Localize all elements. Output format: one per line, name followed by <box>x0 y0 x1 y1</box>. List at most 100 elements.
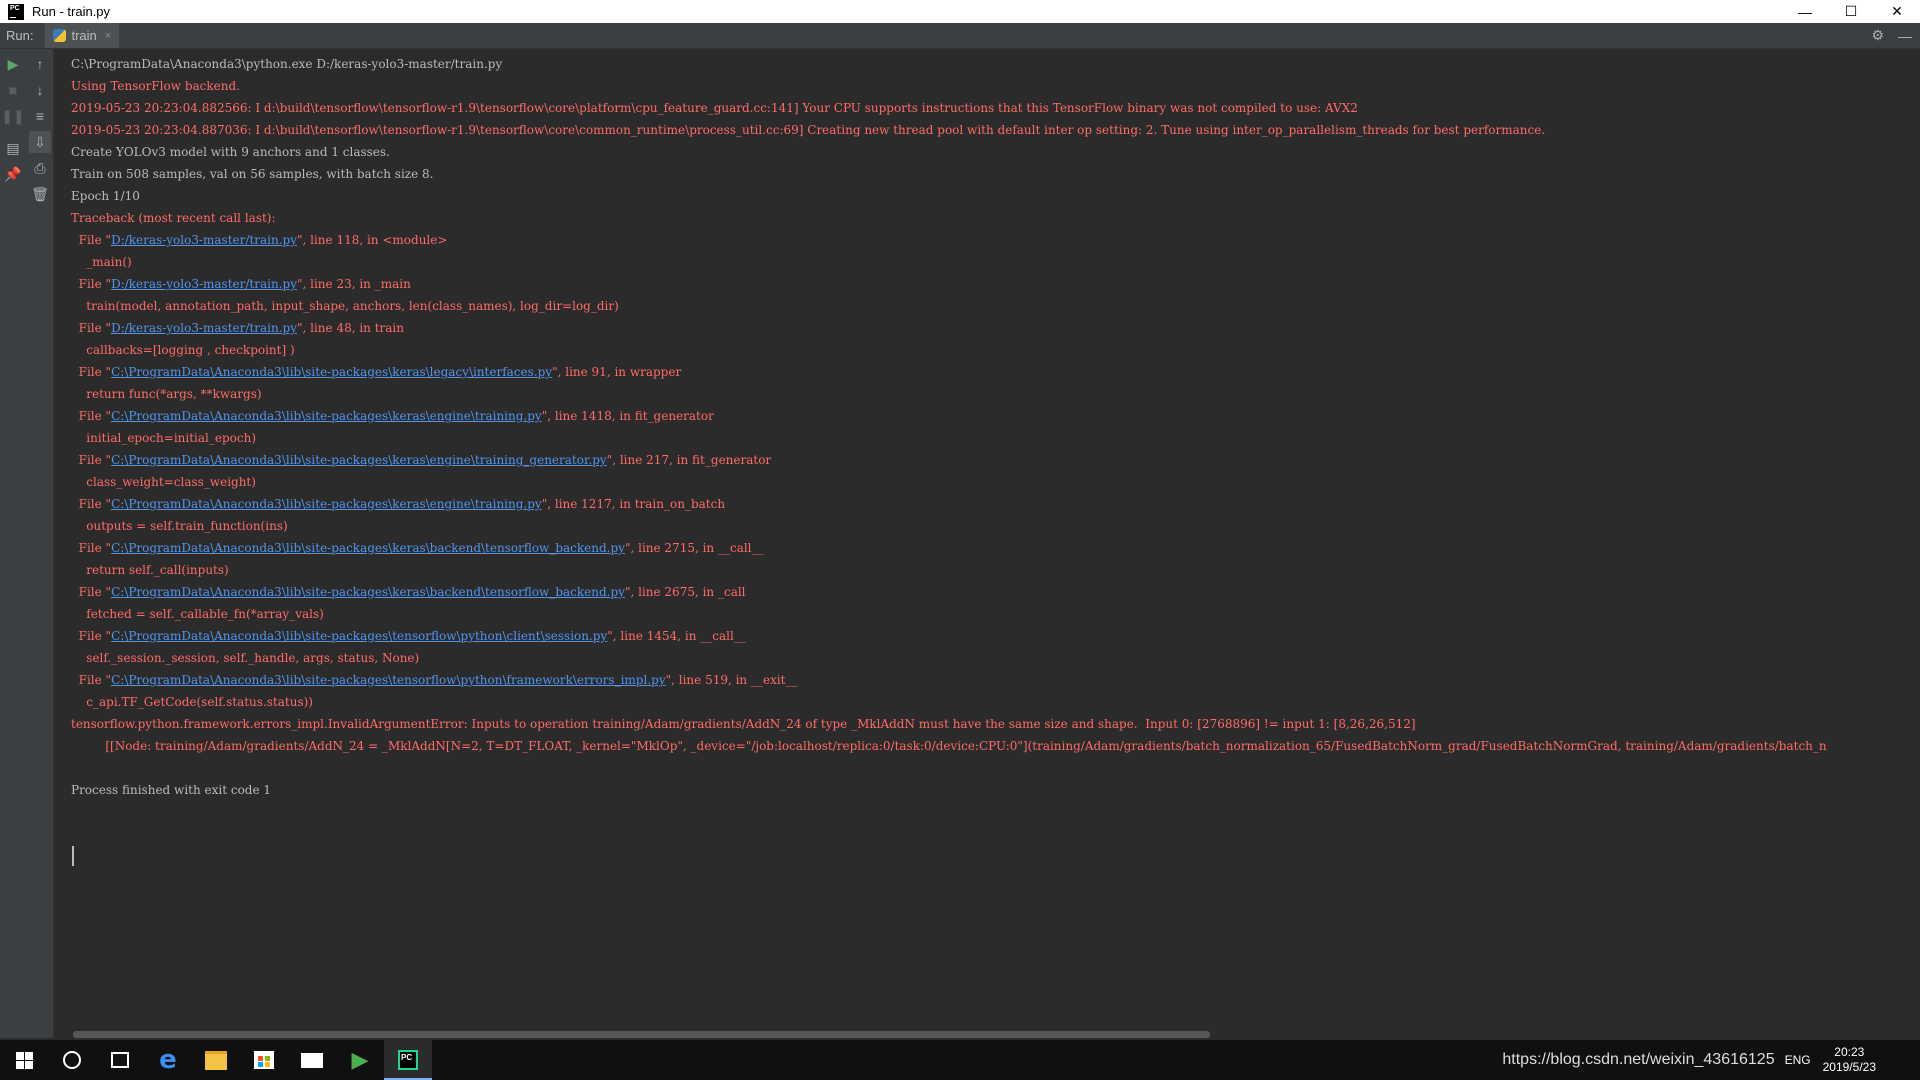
pause-icon[interactable]: ❚❚ <box>1 105 24 127</box>
console-line: 2019-05-23 20:23:04.887036: I d:\build\t… <box>71 123 1546 137</box>
hide-panel-icon[interactable]: — <box>1898 28 1912 44</box>
file-link[interactable]: C:\ProgramData\Anaconda3\lib\site-packag… <box>111 673 666 687</box>
python-icon <box>53 29 67 42</box>
file-explorer-icon[interactable] <box>192 1040 240 1080</box>
soft-wrap-icon[interactable]: ≡ <box>29 105 51 127</box>
line-suffix: ", line 519, in __exit__ <box>665 673 798 687</box>
console-line: fetched = self._callable_fn(*array_vals) <box>71 607 324 621</box>
console-line: return func(*args, **kwargs) <box>71 387 262 401</box>
line-prefix: File " <box>71 541 112 555</box>
console-line: File "C:\ProgramData\Anaconda3\lib\site-… <box>71 581 1827 603</box>
file-link[interactable]: C:\ProgramData\Anaconda3\lib\site-packag… <box>111 365 552 379</box>
pycharm-icon: PC <box>8 3 24 20</box>
console-line: File "C:\ProgramData\Anaconda3\lib\site-… <box>71 449 1827 471</box>
arrow-down-icon[interactable]: ↓ <box>29 79 51 101</box>
line-suffix: ", line 1217, in train_on_batch <box>541 497 726 511</box>
print-icon[interactable]: ⎙ <box>29 157 51 179</box>
file-link[interactable]: C:\ProgramData\Anaconda3\lib\site-packag… <box>111 497 542 511</box>
console-line: File "C:\ProgramData\Anaconda3\lib\site-… <box>71 625 1827 647</box>
line-prefix: File " <box>71 629 112 643</box>
console-line: train(model, annotation_path, input_shap… <box>71 299 619 313</box>
line-prefix: File " <box>71 409 112 423</box>
start-button[interactable] <box>0 1040 48 1080</box>
console-line: tensorflow.python.framework.errors_impl.… <box>71 717 1416 731</box>
horizontal-scrollbar[interactable] <box>73 1031 1210 1038</box>
run-label: Run: <box>6 28 34 43</box>
console-line: File "D:/keras-yolo3-master/train.py", l… <box>71 229 1827 251</box>
file-link[interactable]: C:\ProgramData\Anaconda3\lib\site-packag… <box>111 409 542 423</box>
windows-logo-icon <box>15 1051 33 1069</box>
console-line: outputs = self.train_function(ins) <box>71 519 288 533</box>
line-prefix: File " <box>71 365 112 379</box>
line-prefix: File " <box>71 585 112 599</box>
console-line: File "D:/keras-yolo3-master/train.py", l… <box>71 317 1827 339</box>
console-line: Train on 508 samples, val on 56 samples,… <box>71 167 434 181</box>
file-link[interactable]: C:\ProgramData\Anaconda3\lib\site-packag… <box>111 629 607 643</box>
line-suffix: ", line 217, in fit_generator <box>606 453 772 467</box>
console-line: 2019-05-23 20:23:04.882566: I d:\build\t… <box>71 101 1358 115</box>
line-suffix: ", line 1418, in fit_generator <box>541 409 714 423</box>
console-line: _main() <box>71 255 132 269</box>
file-link[interactable]: C:\ProgramData\Anaconda3\lib\site-packag… <box>111 453 607 467</box>
mail-icon[interactable] <box>288 1040 336 1080</box>
tab-close-icon[interactable]: × <box>105 30 111 42</box>
file-link[interactable]: D:/keras-yolo3-master/train.py <box>111 321 297 335</box>
pin-icon[interactable]: 📌 <box>2 163 24 185</box>
line-suffix: ", line 48, in train <box>296 321 404 335</box>
store-icon[interactable] <box>240 1040 288 1080</box>
gear-icon[interactable]: ⚙ <box>1871 27 1884 44</box>
watermark-text: https://blog.csdn.net/weixin_43616125 <box>1502 1051 1775 1068</box>
media-player-icon[interactable]: ▶ <box>336 1040 384 1080</box>
text-caret <box>72 846 74 866</box>
console-line: Create YOLOv3 model with 9 anchors and 1… <box>71 145 390 159</box>
console-line: File "C:\ProgramData\Anaconda3\lib\site-… <box>71 405 1827 427</box>
line-prefix: File " <box>71 321 112 335</box>
run-tab-train[interactable]: train × <box>45 23 120 48</box>
clock[interactable]: 20:23 2019/5/23 <box>1823 1045 1876 1075</box>
file-link[interactable]: D:/keras-yolo3-master/train.py <box>111 233 297 247</box>
console-line: [[Node: training/Adam/gradients/AddN_24 … <box>71 739 1827 753</box>
file-link[interactable]: C:\ProgramData\Anaconda3\lib\site-packag… <box>111 541 625 555</box>
console-line: self._session._session, self._handle, ar… <box>71 651 420 665</box>
line-prefix: File " <box>71 673 112 687</box>
layout-icon[interactable]: ▤ <box>2 137 24 159</box>
close-button[interactable]: ✕ <box>1874 0 1920 23</box>
input-language[interactable]: ENG <box>1785 1053 1811 1067</box>
line-prefix: File " <box>71 497 112 511</box>
clock-time: 20:23 <box>1834 1045 1865 1059</box>
search-cortana-icon[interactable] <box>48 1040 96 1080</box>
console-line: class_weight=class_weight) <box>71 475 256 489</box>
arrow-up-icon[interactable]: ↑ <box>29 53 51 75</box>
system-tray: https://blog.csdn.net/weixin_43616125 EN… <box>1502 1040 1920 1080</box>
edge-browser-icon[interactable]: e <box>144 1040 192 1080</box>
stop-icon[interactable]: ■ <box>2 79 24 101</box>
line-suffix: ", line 2675, in _call <box>624 585 746 599</box>
line-prefix: File " <box>71 233 112 247</box>
task-view-icon[interactable] <box>96 1040 144 1080</box>
line-suffix: ", line 91, in wrapper <box>552 365 682 379</box>
clock-date: 2019/5/23 <box>1822 1060 1876 1074</box>
console-output[interactable]: C:\ProgramData\Anaconda3\python.exe D:/k… <box>54 49 1920 1031</box>
line-suffix: ", line 1454, in __call__ <box>607 629 746 643</box>
scroll-to-end-icon[interactable]: ⇩ <box>29 131 51 153</box>
file-link[interactable]: C:\ProgramData\Anaconda3\lib\site-packag… <box>111 585 625 599</box>
windows-taskbar: e ▶ PC https://blog.csdn.net/weixin_4361… <box>0 1040 1920 1080</box>
console-line: Traceback (most recent call last): <box>71 211 276 225</box>
console-line: c_api.TF_GetCode(self.status.status)) <box>71 695 313 709</box>
minimize-button[interactable]: — <box>1782 0 1828 23</box>
console-line: return self._call(inputs) <box>71 563 229 577</box>
line-suffix: ", line 118, in <module> <box>296 233 448 247</box>
window-title: Run - train.py <box>32 4 111 19</box>
rerun-icon[interactable]: ▶ <box>2 53 24 75</box>
pycharm-taskbar-icon[interactable]: PC <box>384 1040 432 1080</box>
file-link[interactable]: D:/keras-yolo3-master/train.py <box>111 277 297 291</box>
trash-icon[interactable]: 🗑 <box>29 183 51 205</box>
run-toolbar: ▶ ■ ❚❚ ▤ 📌 ↑ ↓ ≡ ⇩ ⎙ 🗑 <box>0 49 54 1038</box>
line-suffix: ", line 2715, in __call__ <box>624 541 764 555</box>
console-line: File "C:\ProgramData\Anaconda3\lib\site-… <box>71 537 1827 559</box>
run-toolwindow-header: Run: train × ⚙ — <box>0 23 1920 49</box>
line-suffix: ", line 23, in _main <box>296 277 411 291</box>
maximize-button[interactable]: ☐ <box>1828 0 1874 23</box>
console-line: C:\ProgramData\Anaconda3\python.exe D:/k… <box>71 57 503 71</box>
